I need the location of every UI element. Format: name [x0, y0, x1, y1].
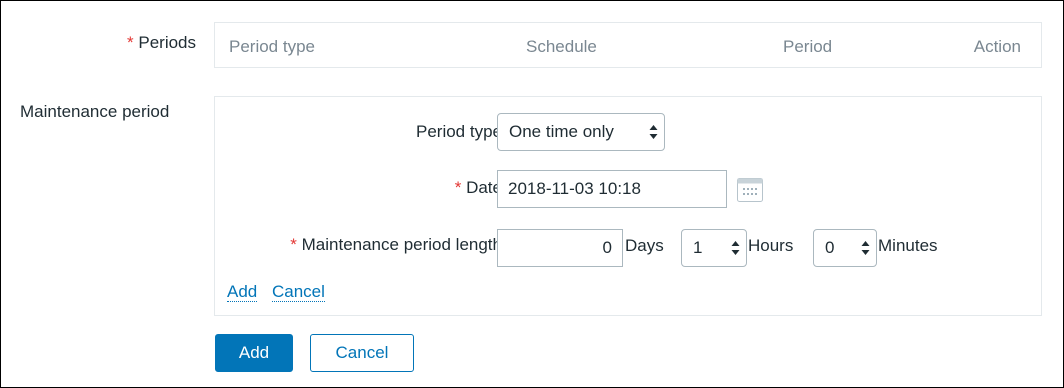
column-header-schedule: Schedule — [526, 37, 597, 56]
hours-unit-label: Hours — [748, 236, 794, 255]
add-period-link[interactable]: Add — [227, 283, 258, 302]
column-header-period: Period — [783, 37, 833, 56]
calendar-icon[interactable] — [736, 177, 764, 203]
minutes-value: 0 — [825, 238, 835, 257]
column-header-period-type: Period type — [229, 37, 315, 56]
cancel-button[interactable]: Cancel — [310, 334, 414, 372]
periods-table: Period type Schedule Period Action — [214, 22, 1042, 68]
column-header-action: Action — [973, 37, 1021, 56]
period-type-select[interactable]: One time only — [497, 113, 665, 151]
maintenance-period-length-text: Maintenance period length — [301, 235, 502, 254]
date-value: 2018-11-03 10:18 — [508, 179, 641, 198]
date-input[interactable]: 2018-11-03 10:18 — [497, 170, 727, 208]
period-type-value: One time only — [509, 122, 614, 141]
hours-select[interactable]: 1 — [681, 229, 747, 267]
maintenance-period-length-label: * Maintenance period length — [290, 235, 502, 255]
minutes-select[interactable]: 0 — [813, 229, 877, 267]
up-down-arrows-icon — [731, 241, 740, 255]
periods-label: * Periods — [20, 33, 196, 53]
up-down-arrows-icon — [649, 125, 658, 139]
required-mark: * — [454, 178, 462, 197]
maintenance-period-label: Maintenance period — [20, 102, 170, 121]
hours-value: 1 — [693, 238, 703, 257]
up-down-arrows-icon — [861, 241, 870, 255]
days-value: 0 — [602, 238, 612, 257]
days-input[interactable]: 0 — [497, 229, 623, 267]
periods-label-text: Periods — [138, 33, 196, 52]
add-button[interactable]: Add — [215, 334, 293, 372]
minutes-unit-label: Minutes — [878, 236, 938, 255]
days-unit-label: Days — [625, 236, 664, 255]
cancel-period-link[interactable]: Cancel — [272, 283, 325, 302]
date-label: * Date — [455, 178, 502, 198]
required-mark: * — [290, 235, 297, 254]
period-type-label: Period type — [416, 122, 502, 141]
required-mark: * — [127, 33, 134, 52]
